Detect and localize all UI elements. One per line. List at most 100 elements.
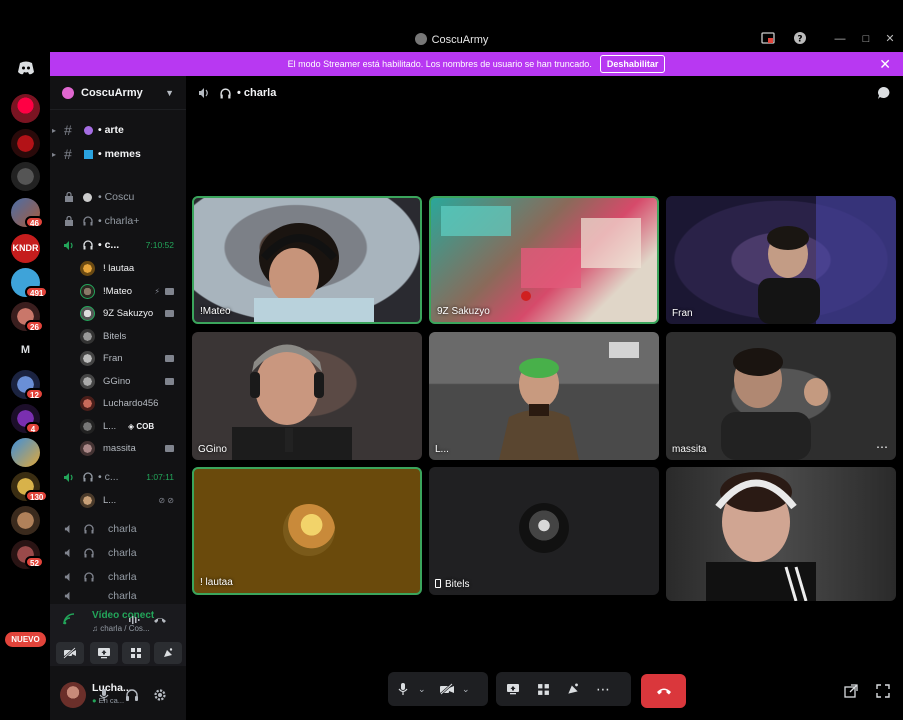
voice-channel[interactable]: charla <box>50 519 186 539</box>
more-options-icon[interactable]: ⋯ <box>876 440 888 454</box>
voice-status: Vídeo conectado <box>92 610 154 621</box>
more-options-button[interactable]: ⋯ <box>588 674 618 704</box>
fullscreen-icon[interactable] <box>876 684 890 698</box>
voice-user[interactable]: Bitels <box>80 326 186 346</box>
new-badge[interactable]: NUEVO <box>5 632 46 647</box>
server-icon-1[interactable] <box>11 94 40 123</box>
hang-up-icon <box>656 688 671 695</box>
chat-bubble-icon[interactable] <box>877 86 891 100</box>
voice-channel[interactable]: charla <box>50 567 186 587</box>
lock-icon <box>65 192 73 202</box>
help-icon[interactable]: ? <box>792 31 808 47</box>
video-tile-mateo[interactable]: !Mateo <box>192 196 422 324</box>
channel-label: • c... <box>98 239 120 251</box>
banner-close-icon[interactable]: ✕ <box>879 56 891 73</box>
noise-suppression-icon[interactable] <box>128 614 140 626</box>
end-call-button[interactable] <box>641 674 686 708</box>
channel-arte[interactable]: ▸ # • arte <box>50 120 186 140</box>
disable-streamer-button[interactable]: Deshabilitar <box>599 55 666 73</box>
participant-video <box>721 348 828 460</box>
disconnect-icon[interactable] <box>153 614 167 626</box>
server-badge-2: 491 <box>25 286 49 298</box>
video-call-area: • charla !Mateo 9Z Sakuzyo Fran GGino L.… <box>186 76 903 720</box>
channel-name: charla <box>108 590 137 602</box>
minimize-icon[interactable]: — <box>832 31 848 47</box>
channel-charla-plus[interactable]: • charla+ <box>50 211 186 231</box>
participant-name-text: Bitels <box>445 579 470 590</box>
window-title-text: CoscuArmy <box>431 34 489 46</box>
voice-channel[interactable]: charla <box>50 543 186 563</box>
activities-button[interactable] <box>122 642 150 664</box>
soundboard-button[interactable] <box>558 674 588 704</box>
channel-coscu[interactable]: • Coscu <box>50 187 186 207</box>
voice-user[interactable]: !Mateo ⚡ <box>80 281 186 301</box>
microphone-icon[interactable] <box>97 688 111 702</box>
avatar <box>80 260 95 276</box>
activities-button[interactable] <box>528 674 558 704</box>
server-icon-2[interactable] <box>11 129 40 158</box>
video-tile-bitels[interactable]: Bitels <box>429 467 659 595</box>
speaker-icon <box>64 572 70 582</box>
chevron-down-icon: ▼ <box>165 88 174 98</box>
discord-home-icon[interactable] <box>11 56 40 80</box>
pop-out-icon[interactable] <box>844 684 858 698</box>
muted-icons: ⊘ ⊘ <box>158 495 174 505</box>
voice-user[interactable]: Fran <box>80 348 186 368</box>
video-tile-self[interactable] <box>666 467 896 601</box>
screen-share-icon <box>507 684 519 695</box>
video-tile-lautaa[interactable]: ! lautaa <box>192 467 422 595</box>
camera-toggle-button[interactable] <box>432 674 462 704</box>
channel-name: memes <box>104 148 141 160</box>
close-window-icon[interactable]: ✕ <box>882 31 898 47</box>
microphone-icon <box>398 683 408 695</box>
video-tile-l[interactable]: L... <box>429 332 659 460</box>
chevron-down-icon[interactable]: ⌄ <box>418 684 432 695</box>
server-name: CoscuArmy <box>81 86 143 99</box>
screen-share-button[interactable] <box>90 642 118 664</box>
video-tile-sakuzyo[interactable]: 9Z Sakuzyo <box>429 196 659 324</box>
participant-name: 9Z Sakuzyo <box>437 306 490 317</box>
voice-user[interactable]: GGino <box>80 371 186 391</box>
channel-memes[interactable]: ▸ # • memes <box>50 144 186 164</box>
participant-name: ! lautaa <box>200 577 233 588</box>
voice-user[interactable]: massita <box>80 438 186 458</box>
server-icon-10[interactable] <box>11 438 40 467</box>
headphones-icon[interactable] <box>125 688 139 702</box>
voice-user[interactable]: L... ⊘ ⊘ <box>80 490 186 510</box>
screen-share-button[interactable] <box>498 674 528 704</box>
avatar <box>80 328 95 344</box>
banner-message: El modo Streamer está habilitado. Los no… <box>287 59 592 69</box>
avatar <box>80 350 95 366</box>
server-icon-12[interactable] <box>11 506 40 535</box>
video-off-button[interactable] <box>56 642 84 664</box>
voice-user-name: Bitels <box>103 330 127 342</box>
avatar[interactable] <box>60 682 86 708</box>
microphone-button[interactable] <box>388 674 418 704</box>
voice-user[interactable]: 9Z Sakuzyo <box>80 303 186 323</box>
voice-user-name: 9Z Sakuzyo <box>103 307 154 319</box>
video-tile-massita[interactable]: massita ⋯ <box>666 332 896 460</box>
channel-second-voice[interactable]: • c... 1:07:11 <box>50 467 186 487</box>
video-tile-ggino[interactable]: GGino <box>192 332 422 460</box>
headphones-icon: ♫ <box>92 624 101 633</box>
maximize-icon[interactable]: □ <box>858 31 874 47</box>
server-header[interactable]: CoscuArmy ▼ <box>50 76 186 110</box>
voice-user[interactable]: ! lautaa <box>80 258 186 278</box>
server-icon-5[interactable]: KNDR <box>11 234 40 263</box>
voice-user[interactable]: L... ◈ COB <box>80 416 186 436</box>
mobile-icon <box>435 579 441 588</box>
inbox-icon[interactable] <box>760 31 776 47</box>
channel-active-voice[interactable]: • c... 7:10:52 <box>50 235 186 255</box>
video-tile-fran[interactable]: Fran <box>666 196 896 324</box>
voice-user[interactable]: Luchardo456 <box>80 393 186 413</box>
settings-gear-icon[interactable] <box>153 688 167 702</box>
server-icon-3[interactable] <box>11 162 40 191</box>
channel-name: charla <box>108 523 137 535</box>
chevron-down-icon[interactable]: ⌄ <box>462 684 476 695</box>
soundboard-button[interactable] <box>154 642 182 664</box>
speaker-icon <box>64 591 70 601</box>
voice-channel[interactable]: charla <box>50 590 186 602</box>
headphones-icon <box>83 472 93 482</box>
voice-location[interactable]: ♫ charla / Cos... <box>92 624 150 633</box>
server-icon-m[interactable]: M <box>11 336 40 365</box>
